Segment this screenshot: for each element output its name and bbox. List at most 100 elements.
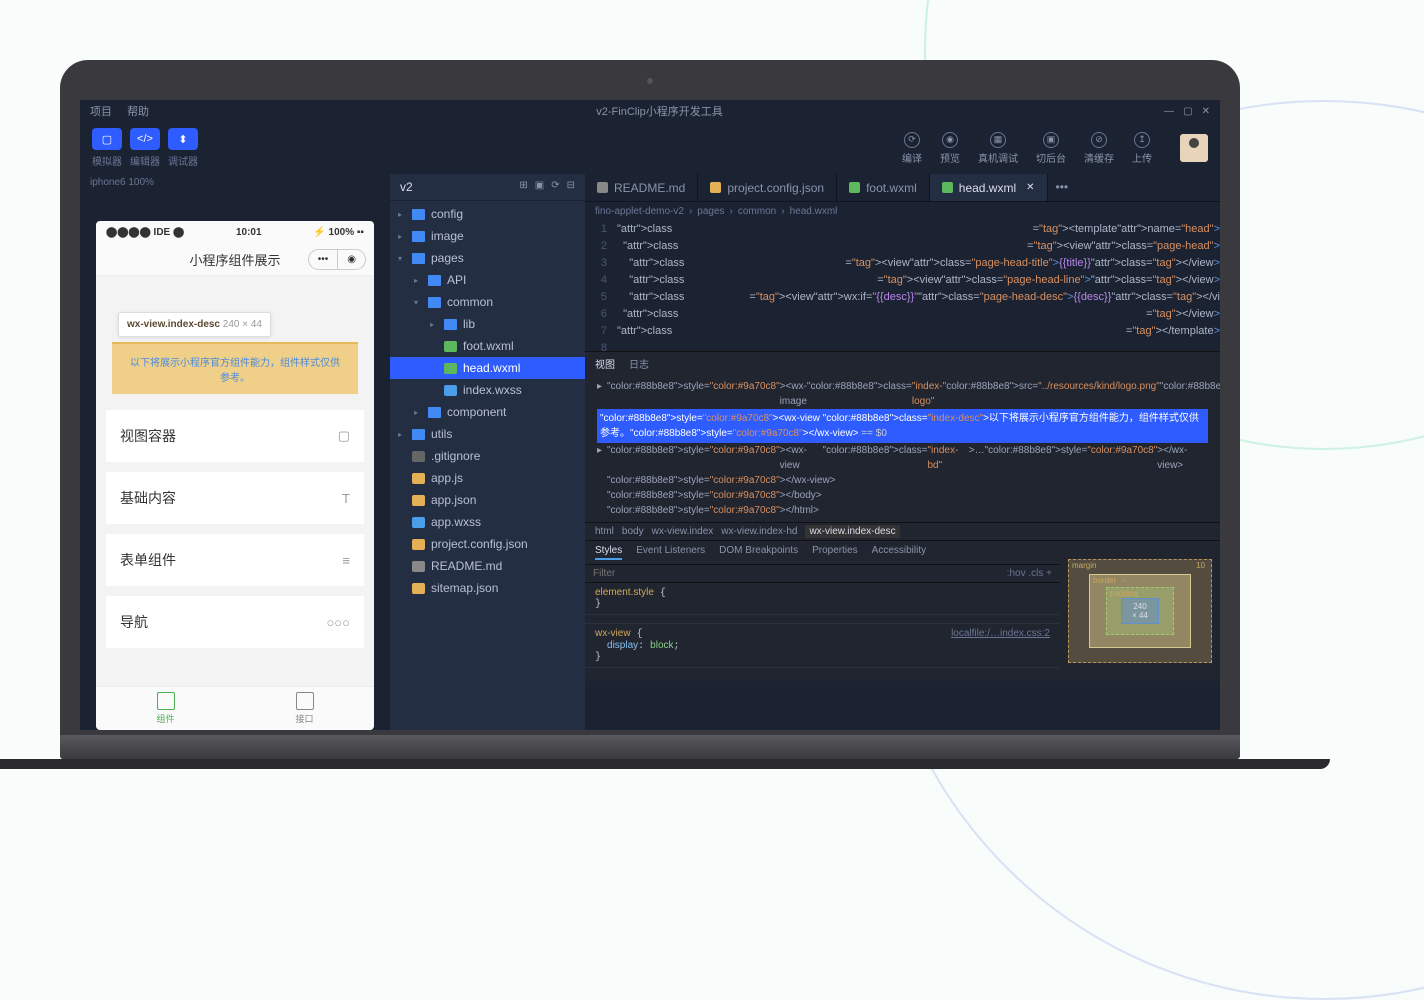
- editor-tab[interactable]: README.md: [585, 174, 698, 201]
- time-label: 10:01: [236, 227, 262, 238]
- tree-node[interactable]: ▸lib: [390, 313, 585, 335]
- simulator-label: 模拟器: [92, 153, 122, 168]
- tree-node[interactable]: sitemap.json: [390, 577, 585, 599]
- toolbar: ▢ 模拟器 </> 编辑器 ⬍ 调试器 ⟳ 编译 ◉ 预览 ▦ 真机调试 ▣ 切后台 ⊘ 清缓存…: [80, 122, 1220, 174]
- phone-frame: ⬤⬤⬤⬤ IDE ⬤ 10:01 ⚡ 100% ▪▪ 小程序组件展示 ••• ◉: [96, 221, 374, 730]
- clear-label: 清缓存: [1084, 150, 1114, 165]
- api-icon: [296, 692, 314, 710]
- tree-node[interactable]: index.wxss: [390, 379, 585, 401]
- capsule-more-icon[interactable]: •••: [309, 250, 339, 269]
- devtools-tab-log[interactable]: 日志: [629, 356, 649, 371]
- styles-filter-controls[interactable]: :hov .cls +: [1007, 568, 1052, 579]
- list-item[interactable]: 导航○○○: [106, 596, 364, 648]
- menu-project[interactable]: 项目: [90, 106, 112, 118]
- phone-statusbar: ⬤⬤⬤⬤ IDE ⬤ 10:01 ⚡ 100% ▪▪: [96, 221, 374, 244]
- inspector-tooltip: wx-view.index-desc 240 × 44: [118, 312, 271, 337]
- breadcrumb: fino-applet-demo-v2›pages›common›head.wx…: [585, 202, 1220, 221]
- dom-tree[interactable]: ▸"color:#88b8e8">style="color:#9a70c8"><…: [585, 375, 1220, 522]
- collapse-icon[interactable]: ⊟: [567, 180, 575, 194]
- remote-icon[interactable]: ▦: [990, 132, 1006, 148]
- devtools-subtab[interactable]: Properties: [812, 545, 858, 560]
- editor-panel: README.mdproject.config.jsonfoot.wxmlhea…: [585, 174, 1220, 730]
- css-rules[interactable]: element.style {}</span><span class="sel"…: [585, 583, 1060, 668]
- devtools-subtab[interactable]: Accessibility: [872, 545, 926, 560]
- highlighted-element[interactable]: 以下将展示小程序官方组件能力，组件样式仅供参考。: [112, 342, 358, 394]
- menu-help[interactable]: 帮助: [127, 106, 149, 118]
- close-tab-icon[interactable]: ✕: [1026, 182, 1034, 193]
- capsule[interactable]: ••• ◉: [308, 249, 366, 270]
- tab-api[interactable]: 接口: [235, 687, 374, 730]
- window-title: v2-FinClip小程序开发工具: [596, 103, 723, 119]
- tree-node[interactable]: README.md: [390, 555, 585, 577]
- tree-node[interactable]: ▸image: [390, 225, 585, 247]
- battery-label: ⚡ 100% ▪▪: [313, 227, 364, 238]
- devtools-subtab[interactable]: DOM Breakpoints: [719, 545, 798, 560]
- refresh-icon[interactable]: ⟳: [551, 180, 559, 194]
- compile-icon[interactable]: ⟳: [904, 132, 920, 148]
- clear-icon[interactable]: ⊘: [1091, 132, 1107, 148]
- close-icon[interactable]: ✕: [1202, 106, 1210, 117]
- page-title: 小程序组件展示: [189, 250, 280, 269]
- new-file-icon[interactable]: ⊞: [519, 180, 527, 194]
- dom-breadcrumb[interactable]: htmlbodywx-view.indexwx-view.index-hdwx-…: [585, 522, 1220, 540]
- list-item[interactable]: 视图容器▢: [106, 410, 364, 462]
- background-icon[interactable]: ▣: [1043, 132, 1059, 148]
- tree-node[interactable]: project.config.json: [390, 533, 585, 555]
- preview-icon[interactable]: ◉: [942, 132, 958, 148]
- background-label: 切后台: [1036, 150, 1066, 165]
- tree-node[interactable]: ▸config: [390, 203, 585, 225]
- simulator-status: iphone6 100%: [80, 174, 390, 191]
- avatar[interactable]: [1180, 134, 1208, 162]
- app-window: 项目 帮助 v2-FinClip小程序开发工具 — ▢ ✕ ▢ 模拟器 </> 编辑…: [80, 100, 1220, 730]
- window-controls[interactable]: — ▢ ✕: [1158, 105, 1210, 117]
- editor-tab[interactable]: project.config.json: [698, 174, 837, 201]
- preview-label: 预览: [940, 150, 960, 165]
- list-item[interactable]: 表单组件≡: [106, 534, 364, 586]
- styles-filter-input[interactable]: [593, 568, 999, 579]
- simulator-button[interactable]: ▢: [92, 128, 122, 150]
- editor-label: 编辑器: [130, 153, 160, 168]
- new-folder-icon[interactable]: ▣: [535, 180, 544, 194]
- tree-node[interactable]: .gitignore: [390, 445, 585, 467]
- compile-label: 编译: [902, 150, 922, 165]
- editor-tab[interactable]: foot.wxml: [837, 174, 930, 201]
- debugger-label: 调试器: [168, 153, 198, 168]
- devtools-tab-view[interactable]: 视图: [595, 356, 615, 371]
- code-editor[interactable]: 1"attr">class="tag"><template "attr">nam…: [585, 221, 1220, 351]
- tree-node[interactable]: head.wxml: [390, 357, 585, 379]
- components-icon: [157, 692, 175, 710]
- tree-node[interactable]: ▸utils: [390, 423, 585, 445]
- tree-node[interactable]: app.js: [390, 467, 585, 489]
- devtools-subtab[interactable]: Event Listeners: [636, 545, 705, 560]
- upload-label: 上传: [1132, 150, 1152, 165]
- menubar: 项目 帮助 v2-FinClip小程序开发工具 — ▢ ✕: [80, 100, 1220, 122]
- minimize-icon[interactable]: —: [1164, 106, 1174, 117]
- list-item[interactable]: 基础内容T: [106, 472, 364, 524]
- editor-tab[interactable]: head.wxml✕: [930, 174, 1048, 201]
- tree-node[interactable]: ▾pages: [390, 247, 585, 269]
- carrier-label: ⬤⬤⬤⬤ IDE ⬤: [106, 227, 184, 238]
- tree-node[interactable]: ▾common: [390, 291, 585, 313]
- tree-node[interactable]: foot.wxml: [390, 335, 585, 357]
- maximize-icon[interactable]: ▢: [1183, 106, 1192, 117]
- devtools-subtab[interactable]: Styles: [595, 545, 622, 560]
- tab-more-icon[interactable]: •••: [1048, 174, 1077, 201]
- tab-components[interactable]: 组件: [96, 687, 235, 730]
- devtools: 视图 日志 ▸"color:#88b8e8">style="color:#9a7…: [585, 351, 1220, 681]
- tree-node[interactable]: app.wxss: [390, 511, 585, 533]
- capsule-close-icon[interactable]: ◉: [338, 250, 365, 269]
- tree-node[interactable]: app.json: [390, 489, 585, 511]
- project-name: v2: [400, 180, 413, 194]
- tree-node[interactable]: ▸component: [390, 401, 585, 423]
- simulator-panel: iphone6 100% ⬤⬤⬤⬤ IDE ⬤ 10:01 ⚡ 100% ▪▪ …: [80, 174, 390, 730]
- file-explorer: v2 ⊞ ▣ ⟳ ⊟ ▸config▸image▾pages▸API▾commo…: [390, 174, 585, 730]
- box-model: 10 240 × 44: [1060, 541, 1220, 681]
- remote-label: 真机调试: [978, 150, 1018, 165]
- tree-node[interactable]: ▸API: [390, 269, 585, 291]
- debugger-button[interactable]: ⬍: [168, 128, 198, 150]
- editor-button[interactable]: </>: [130, 128, 160, 150]
- upload-icon[interactable]: ↥: [1134, 132, 1150, 148]
- laptop-frame: 项目 帮助 v2-FinClip小程序开发工具 — ▢ ✕ ▢ 模拟器 </> 编辑…: [60, 60, 1240, 769]
- camera-dot: [647, 78, 653, 84]
- box-content-size: 240 × 44: [1121, 598, 1159, 624]
